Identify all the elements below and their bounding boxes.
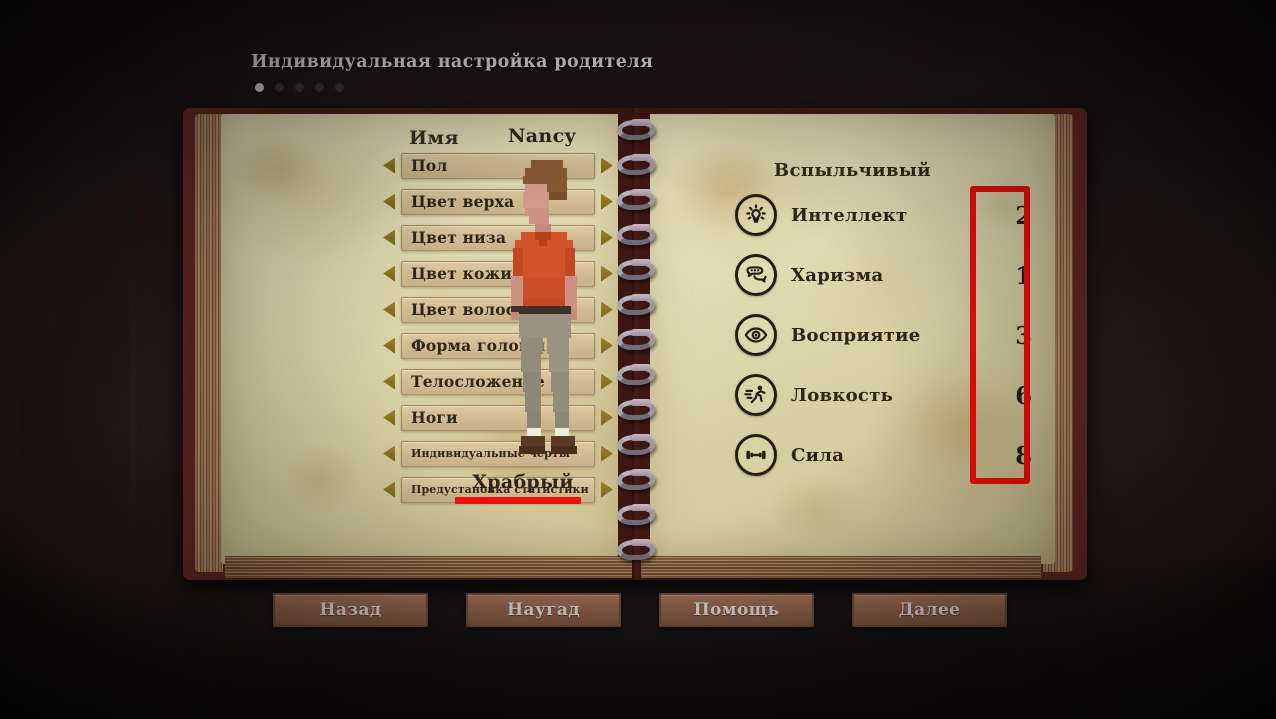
- spiral-ring: [615, 505, 657, 525]
- stat-value: 1: [1015, 260, 1032, 290]
- footer-button-bar: Назад Наугад Помощь Далее: [273, 593, 1013, 627]
- stat-row: Интеллект 2: [735, 192, 1045, 238]
- stat-value: 8: [1015, 440, 1032, 470]
- spiral-ring: [615, 120, 657, 140]
- spiral-ring: [615, 470, 657, 490]
- step-dot-1[interactable]: [255, 83, 264, 92]
- background-silhouette: [60, 250, 130, 550]
- page-stain: [281, 444, 361, 514]
- stat-row: Сила 8: [735, 432, 1045, 478]
- spiral-ring: [615, 295, 657, 315]
- footer-button-4[interactable]: Далее: [852, 593, 1007, 627]
- stat-label: Сила: [791, 444, 845, 466]
- page-stain: [231, 134, 321, 204]
- chevron-left-icon[interactable]: [383, 193, 395, 210]
- trait-underline-annotation: [455, 497, 581, 504]
- name-field-label: Имя: [409, 127, 459, 149]
- character-name: Nancy: [507, 125, 577, 147]
- lightbulb-icon: [735, 194, 777, 236]
- stat-value: 2: [1015, 200, 1032, 230]
- game-screen: Индивидуальная настройка родителя Имя По…: [0, 0, 1276, 719]
- spiral-ring: [615, 330, 657, 350]
- stat-value: 3: [1015, 320, 1032, 350]
- footer-button-3[interactable]: Помощь: [659, 593, 814, 627]
- chevron-left-icon[interactable]: [383, 229, 395, 246]
- chevron-left-icon[interactable]: [383, 409, 395, 426]
- spiral-ring: [615, 260, 657, 280]
- stat-label: Ловкость: [791, 384, 894, 406]
- stat-value: 6: [1015, 380, 1032, 410]
- step-dot-5[interactable]: [335, 83, 344, 92]
- stat-label: Интеллект: [791, 204, 908, 226]
- character-creation-book: Имя Пол Цвет верха Цвет низа Цвет кожи Цвет …: [183, 104, 1087, 582]
- spiral-ring: [615, 225, 657, 245]
- footer-button-2[interactable]: Наугад: [466, 593, 621, 627]
- temperament-label: Вспыльчивый: [773, 160, 932, 181]
- character-sprite: [511, 160, 577, 454]
- character-trait-label: Храбрый: [472, 471, 574, 493]
- chevron-left-icon[interactable]: [383, 337, 395, 354]
- stat-row: Харизма 1: [735, 252, 1045, 298]
- book-page-edge-left: [195, 114, 223, 572]
- chevron-left-icon[interactable]: [383, 301, 395, 318]
- background-silhouette: [1210, 350, 1276, 560]
- stat-row: Ловкость 6: [735, 372, 1045, 418]
- speech-bubble-icon: [735, 254, 777, 296]
- background-silhouette: [136, 200, 182, 550]
- spiral-ring: [615, 435, 657, 455]
- step-dot-2[interactable]: [275, 83, 284, 92]
- spiral-ring: [615, 190, 657, 210]
- spiral-ring: [615, 400, 657, 420]
- stat-list: Интеллект 2 Харизма 1 Восприятие 3 Ловкость 6 Си…: [735, 192, 1045, 492]
- spiral-ring: [615, 365, 657, 385]
- background-silhouette: [1120, 300, 1210, 560]
- character-preview: [471, 144, 621, 474]
- stat-row: Восприятие 3: [735, 312, 1045, 358]
- chevron-left-icon[interactable]: [383, 445, 395, 462]
- footer-button-1[interactable]: Назад: [273, 593, 428, 627]
- step-indicator: [255, 83, 771, 92]
- stat-label: Восприятие: [791, 324, 921, 346]
- chevron-left-icon[interactable]: [383, 481, 395, 498]
- chevron-left-icon[interactable]: [383, 265, 395, 282]
- spiral-ring: [615, 540, 657, 560]
- running-icon: [735, 374, 777, 416]
- page-title: Индивидуальная настройка родителя: [251, 52, 654, 72]
- background-silhouette: [22, 330, 62, 550]
- chevron-left-icon[interactable]: [383, 157, 395, 174]
- step-dot-3[interactable]: [295, 83, 304, 92]
- eye-icon: [735, 314, 777, 356]
- header: Индивидуальная настройка родителя: [251, 52, 771, 92]
- chevron-left-icon[interactable]: [383, 373, 395, 390]
- step-dot-4[interactable]: [315, 83, 324, 92]
- dumbbell-icon: [735, 434, 777, 476]
- stat-label: Харизма: [791, 264, 884, 286]
